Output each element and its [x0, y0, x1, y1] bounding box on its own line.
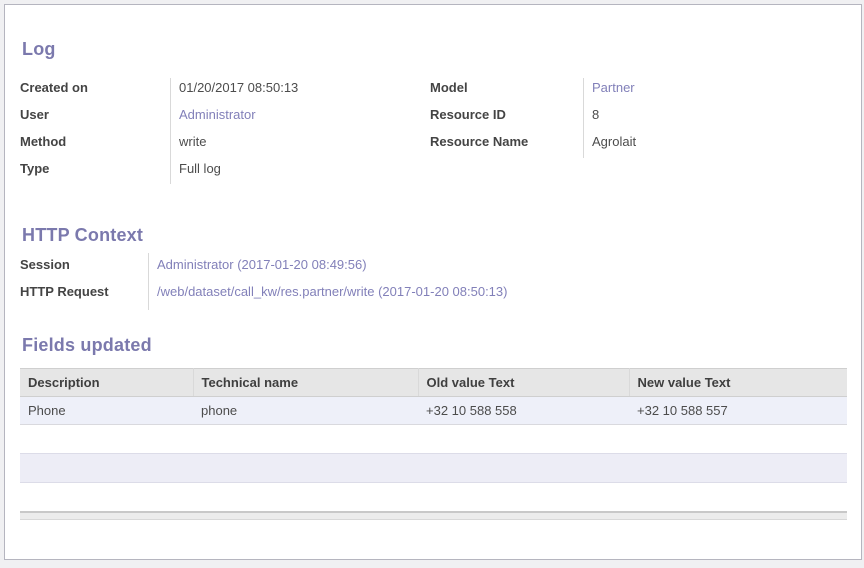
field-row-created-on: Created on 01/20/2017 08:50:13: [20, 79, 420, 106]
model-link[interactable]: Partner: [583, 79, 635, 106]
field-label-user: User: [20, 106, 170, 133]
field-value-created-on: 01/20/2017 08:50:13: [170, 79, 298, 106]
field-label-method: Method: [20, 133, 170, 160]
field-row-resource-name: Resource Name Agrolait: [430, 133, 850, 160]
field-label-session: Session: [20, 256, 148, 283]
field-value-method: write: [170, 133, 206, 160]
field-row-method: Method write: [20, 133, 420, 160]
field-label-resource-id: Resource ID: [430, 106, 583, 133]
field-row-session: Session Administrator (2017-01-20 08:49:…: [20, 256, 720, 283]
column-header-description[interactable]: Description: [20, 369, 193, 397]
http-context-section-title: HTTP Context: [22, 225, 143, 246]
footer-divider-bar: [20, 511, 847, 520]
column-header-new-value[interactable]: New value Text: [629, 369, 847, 397]
field-row-resource-id: Resource ID 8: [430, 106, 850, 133]
http-context-field-group: Session Administrator (2017-01-20 08:49:…: [20, 256, 720, 310]
column-header-technical-name[interactable]: Technical name: [193, 369, 418, 397]
field-label-type: Type: [20, 160, 170, 187]
column-header-old-value[interactable]: Old value Text: [418, 369, 629, 397]
session-link[interactable]: Administrator (2017-01-20 08:49:56): [148, 256, 367, 283]
field-row-type: Type Full log: [20, 160, 420, 187]
cell-old-value[interactable]: +32 10 588 558: [418, 397, 629, 425]
table-row[interactable]: Phone phone +32 10 588 558 +32 10 588 55…: [20, 397, 847, 425]
empty-list-strip: [20, 453, 847, 483]
field-row-model: Model Partner: [430, 79, 850, 106]
field-label-model: Model: [430, 79, 583, 106]
user-link[interactable]: Administrator: [170, 106, 256, 133]
field-row-http-request: HTTP Request /web/dataset/call_kw/res.pa…: [20, 283, 720, 310]
field-row-user: User Administrator: [20, 106, 420, 133]
cell-description[interactable]: Phone: [20, 397, 193, 425]
field-label-http-request: HTTP Request: [20, 283, 148, 310]
field-value-resource-name: Agrolait: [583, 133, 636, 160]
field-label-created-on: Created on: [20, 79, 170, 106]
http-request-link[interactable]: /web/dataset/call_kw/res.partner/write (…: [148, 283, 507, 310]
cell-new-value[interactable]: +32 10 588 557: [629, 397, 847, 425]
table-header-row: Description Technical name Old value Tex…: [20, 369, 847, 397]
log-form-panel: Log Created on 01/20/2017 08:50:13 User …: [4, 4, 862, 560]
cell-technical-name[interactable]: phone: [193, 397, 418, 425]
field-value-resource-id: 8: [583, 106, 599, 133]
field-value-type: Full log: [170, 160, 221, 187]
log-left-field-group: Created on 01/20/2017 08:50:13 User Admi…: [20, 79, 420, 187]
log-section-title: Log: [22, 39, 56, 60]
fields-updated-section-title: Fields updated: [22, 335, 152, 356]
fields-updated-table: Description Technical name Old value Tex…: [20, 368, 847, 425]
log-right-field-group: Model Partner Resource ID 8 Resource Nam…: [430, 79, 850, 160]
field-label-resource-name: Resource Name: [430, 133, 583, 160]
